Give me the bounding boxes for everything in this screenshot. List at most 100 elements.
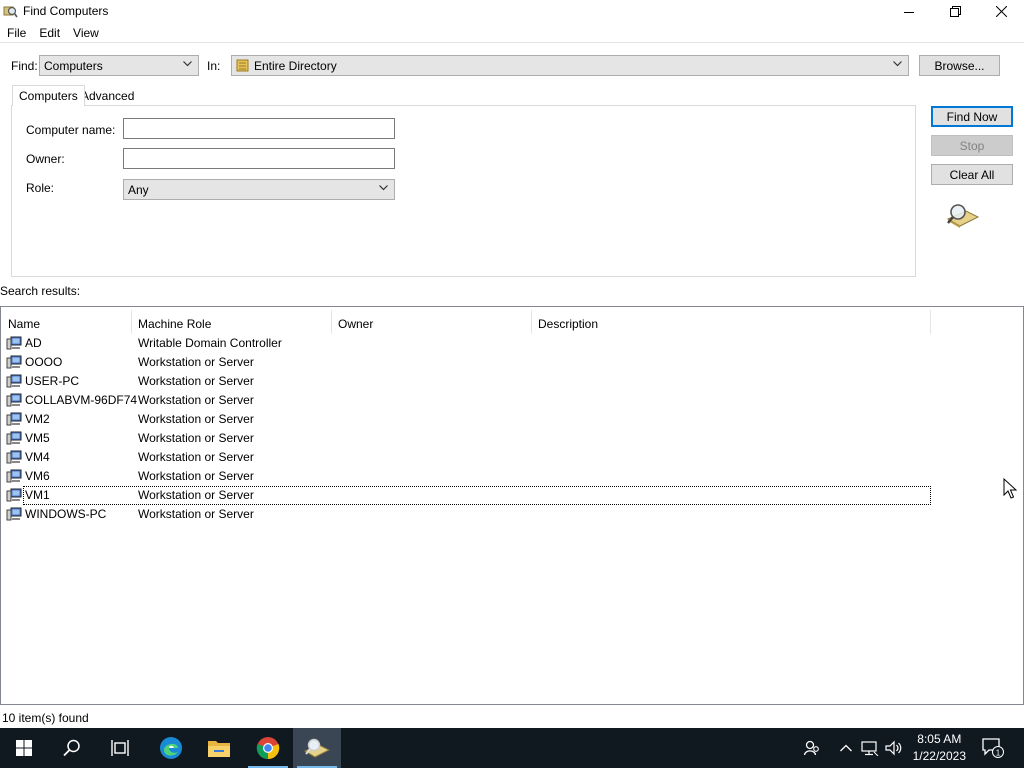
minimize-button[interactable] (886, 0, 932, 23)
network-button[interactable] (860, 728, 880, 768)
menu-file[interactable]: File (0, 23, 32, 42)
taskbar-search-button[interactable] (48, 728, 96, 768)
tab-computers[interactable]: Computers (12, 85, 85, 106)
computers-tab-panel: Computer name: Owner: Role: Any (11, 105, 916, 277)
find-label: Find: (11, 59, 38, 73)
people-button[interactable] (800, 728, 824, 768)
table-row[interactable]: AD Writable Domain Controller (6, 334, 931, 353)
cell-machine-role: Workstation or Server (138, 488, 254, 502)
table-row[interactable]: VM6 Workstation or Server (6, 467, 931, 486)
tab-advanced[interactable]: Advanced (75, 86, 140, 107)
search-icon (63, 739, 80, 757)
action-center-button[interactable]: 1 (978, 728, 1008, 768)
close-button[interactable] (978, 0, 1024, 23)
computer-icon (6, 412, 22, 426)
stop-button[interactable]: Stop (931, 135, 1013, 156)
search-animation-icon (946, 204, 980, 228)
menu-edit[interactable]: Edit (32, 23, 66, 42)
find-type-dropdown[interactable]: Computers (39, 55, 199, 76)
computer-icon (6, 488, 22, 502)
search-results-label: Search results: (0, 284, 81, 298)
volume-button[interactable] (884, 728, 904, 768)
restore-icon (949, 6, 961, 17)
cell-machine-role: Workstation or Server (138, 469, 254, 483)
taskbar-file-explorer[interactable] (195, 728, 243, 768)
cell-machine-role: Workstation or Server (138, 355, 254, 369)
taskbar-find-computers[interactable] (293, 728, 341, 768)
computer-name-input[interactable] (123, 118, 395, 139)
computer-icon (6, 431, 22, 445)
tab-computers-label: Computers (19, 89, 78, 103)
clear-all-label: Clear All (949, 167, 995, 182)
cell-machine-role: Workstation or Server (138, 393, 254, 407)
edge-icon (160, 737, 182, 759)
cell-name: VM5 (25, 431, 50, 445)
computer-name-label: Computer name: (26, 123, 116, 137)
role-label: Role: (26, 181, 55, 195)
find-now-button[interactable]: Find Now (931, 106, 1013, 127)
show-hidden-icons-button[interactable] (838, 728, 854, 768)
chrome-icon (256, 737, 280, 760)
table-row[interactable]: VM4 Workstation or Server (6, 448, 931, 467)
menu-view[interactable]: View (66, 23, 105, 42)
taskbar-edge[interactable] (147, 728, 195, 768)
taskbar-clock[interactable]: 8:05 AM 1/22/2023 (913, 731, 966, 765)
table-row[interactable]: VM5 Workstation or Server (6, 429, 931, 448)
computer-icon (6, 355, 22, 369)
minimize-icon (904, 11, 914, 13)
clear-all-button[interactable]: Clear All (931, 164, 1013, 185)
in-location-dropdown[interactable]: Entire Directory (231, 55, 909, 76)
table-row[interactable]: VM2 Workstation or Server (6, 410, 931, 429)
people-icon (804, 740, 819, 756)
owner-input[interactable] (123, 148, 395, 169)
find-type-value: Computers (44, 59, 103, 73)
taskbar-chrome[interactable] (244, 728, 292, 768)
find-computers-app-icon (3, 6, 18, 18)
title-bar: Find Computers (0, 0, 1024, 23)
notification-count: 1 (996, 749, 1001, 758)
column-header-owner[interactable]: Owner (332, 310, 532, 334)
restore-button[interactable] (932, 0, 978, 23)
menu-bar: File Edit View (0, 23, 1024, 42)
computer-icon (6, 450, 22, 464)
notification-icon: 1 (982, 738, 1004, 758)
column-header-description[interactable]: Description (532, 310, 931, 334)
task-view-button[interactable] (96, 728, 144, 768)
cell-name: OOOO (25, 355, 63, 369)
table-row[interactable]: USER-PC Workstation or Server (6, 372, 931, 391)
volume-icon (885, 740, 902, 756)
table-row[interactable]: COLLABVM-96DF74 Workstation or Server (6, 391, 931, 410)
menu-separator (0, 42, 1024, 43)
table-row[interactable]: WINDOWS-PC Workstation or Server (6, 505, 931, 524)
start-button[interactable] (0, 728, 48, 768)
computer-icon (6, 469, 22, 483)
windows-start-icon (16, 740, 32, 756)
find-computers-icon (304, 738, 330, 758)
role-value: Any (128, 183, 149, 197)
mouse-cursor-icon (1003, 478, 1017, 499)
directory-icon (236, 59, 249, 72)
computer-icon (6, 393, 22, 407)
column-header-name[interactable]: Name (2, 310, 132, 334)
chevron-up-icon (840, 744, 852, 752)
taskbar: 8:05 AM 1/22/2023 1 (0, 728, 1024, 768)
clock-time: 8:05 AM (917, 732, 962, 746)
browse-button-label: Browse... (934, 58, 985, 73)
computer-icon (6, 374, 22, 388)
network-icon (861, 741, 879, 756)
cell-name: VM4 (25, 450, 50, 464)
column-header-machine-role[interactable]: Machine Role (132, 310, 332, 334)
chevron-down-icon (379, 185, 388, 191)
stop-label: Stop (959, 138, 985, 153)
task-view-icon (111, 740, 129, 756)
cell-machine-role: Workstation or Server (138, 450, 254, 464)
table-row[interactable]: VM1 Workstation or Server (6, 486, 931, 505)
results-list[interactable]: Name Machine Role Owner Description AD Wr… (0, 306, 1024, 705)
role-dropdown[interactable]: Any (123, 179, 395, 200)
cell-machine-role: Workstation or Server (138, 431, 254, 445)
cell-name: AD (25, 336, 42, 350)
cell-machine-role: Workstation or Server (138, 412, 254, 426)
browse-button[interactable]: Browse... (919, 55, 1000, 76)
table-row[interactable]: OOOO Workstation or Server (6, 353, 931, 372)
clock-date: 1/22/2023 (912, 749, 966, 763)
